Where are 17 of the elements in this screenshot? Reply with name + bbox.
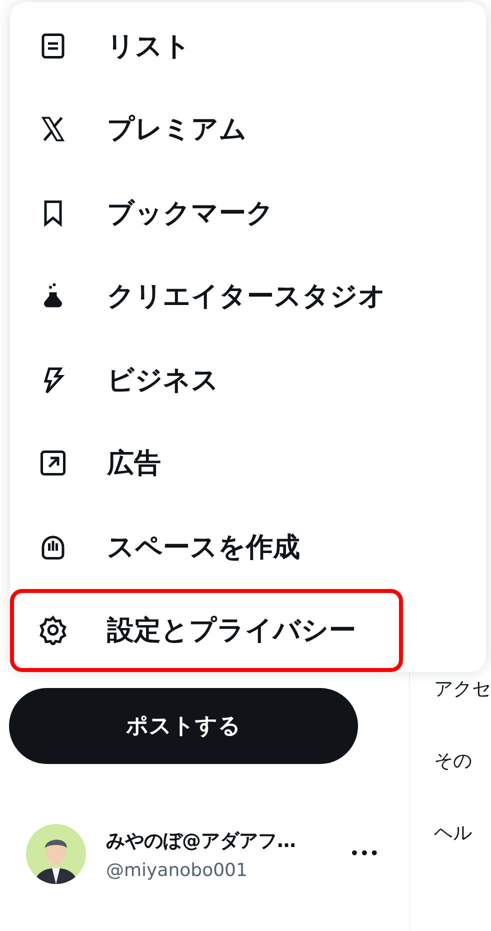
menu-item[interactable]: スペースを作成 [10, 505, 403, 588]
side-link[interactable]: アクセ [434, 676, 491, 702]
menu-item[interactable]: 広告 [10, 422, 403, 505]
menu-item[interactable]: ブックマーク [10, 171, 403, 254]
menu-item[interactable]: プレミアム [10, 88, 403, 171]
menu-item[interactable]: クリエイタースタジオ [10, 254, 403, 338]
side-link[interactable]: その [434, 748, 491, 774]
menu-item[interactable]: ビジネス [10, 338, 403, 422]
side-link[interactable]: ヘル [434, 820, 491, 846]
post-button[interactable]: ポストする [9, 688, 358, 764]
menu-item[interactable]: リスト [10, 4, 403, 88]
account-handle: @miyanobo001 [106, 860, 248, 880]
external-link-icon [38, 448, 68, 478]
more-button[interactable]: ••• [350, 846, 380, 862]
menu-item[interactable]: 設定とプライバシー [10, 588, 403, 672]
settings-icon [38, 615, 68, 646]
account-name: みやのぼ@アダアフ… [106, 828, 297, 854]
